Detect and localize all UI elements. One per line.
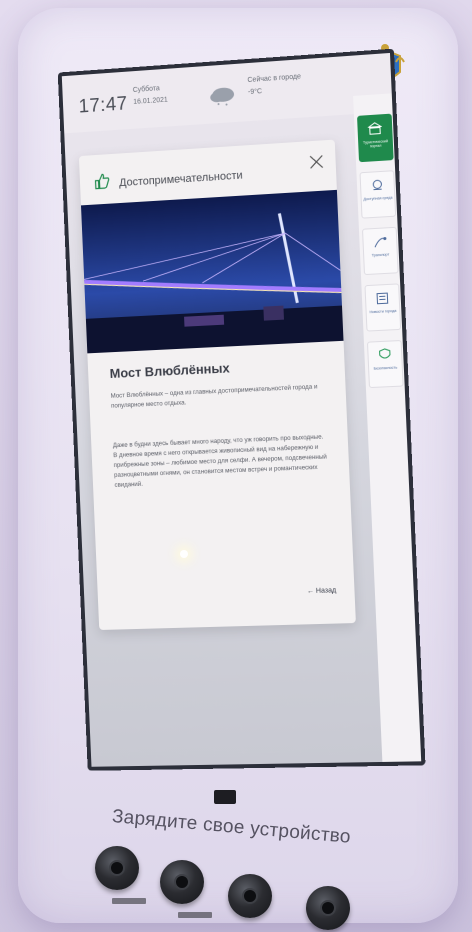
usb-port[interactable]: [160, 860, 204, 904]
sidebar-item-label: Транспорт: [371, 252, 390, 258]
charging-indicator: [214, 790, 236, 804]
sidebar-item-transport[interactable]: Транспорт: [361, 226, 399, 276]
sidebar-item-security[interactable]: Безопасность: [366, 339, 404, 389]
close-icon[interactable]: [309, 154, 324, 169]
back-button[interactable]: ← Назад: [307, 587, 337, 595]
sidebar-item-accessibility[interactable]: Доступная среда: [359, 170, 397, 219]
sidebar-item-label: Доступная среда: [363, 195, 393, 202]
accessibility-icon: [370, 178, 385, 193]
usb-port[interactable]: [228, 874, 272, 918]
museum-icon: [367, 121, 382, 136]
date-label: 16.01.2021: [133, 96, 168, 106]
thumbs-up-icon: [93, 172, 111, 191]
attraction-heading: Мост Влюблённых: [109, 360, 230, 381]
sidebar-item-label: Туристический портал: [362, 139, 389, 149]
news-icon: [375, 291, 390, 306]
sidebar-item-news[interactable]: Новости города: [364, 283, 402, 332]
usb-port[interactable]: [95, 846, 139, 890]
port-label: [112, 898, 146, 904]
sidebar-item-label: Безопасность: [373, 365, 398, 371]
kiosk-screen: 17:47 Суббота 16.01.2021 Сейчас в городе…: [57, 48, 426, 771]
sidebar-item-tourism[interactable]: Туристический портал: [357, 113, 394, 163]
attraction-modal: Достопримечательности Мост Влюблённых Мо…: [78, 139, 356, 631]
port-label: [178, 912, 212, 918]
shield-icon: [377, 348, 392, 363]
bridge-photo: [80, 189, 344, 354]
weekday-label: Суббота: [132, 85, 160, 95]
attraction-description-1: Мост Влюблённых – одна из главных достоп…: [110, 383, 318, 410]
weather-temperature: -9°С: [247, 88, 263, 97]
light-glare: [180, 550, 188, 558]
route-icon: [372, 234, 387, 249]
modal-title: Достопримечательности: [118, 169, 243, 190]
usb-port[interactable]: [306, 886, 350, 930]
sidebar-item-label: Новости города: [369, 308, 397, 315]
clock: 17:47: [78, 93, 128, 118]
attraction-description-2: Даже в будни здесь бывает много народу, …: [112, 433, 327, 489]
cloud-snow-icon: [210, 87, 235, 106]
weather-label: Сейчас в городе: [247, 73, 302, 85]
